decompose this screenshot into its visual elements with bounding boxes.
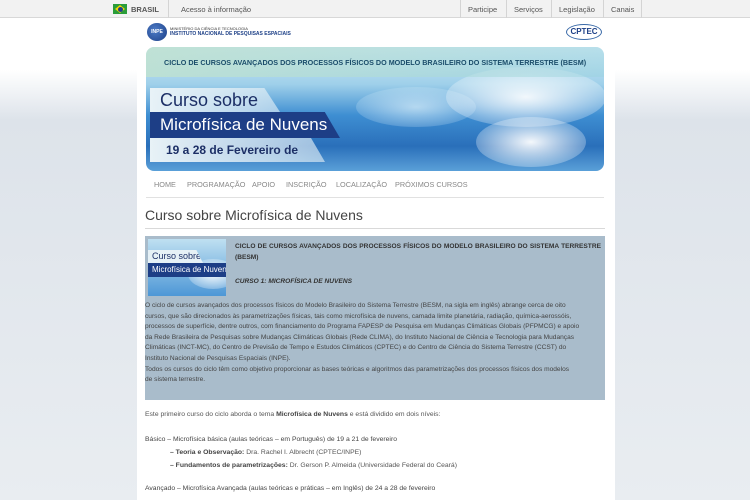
- banner-series-title: CICLO DE CURSOS AVANÇADOS DOS PROCESSOS …: [164, 58, 587, 67]
- box-course-title: CURSO 1: MICROFÍSICA DE NUVENS: [235, 278, 352, 285]
- nav-programacao[interactable]: PROGRAMAÇÃO: [187, 180, 245, 189]
- nav-proximos-cursos[interactable]: PRÓXIMOS CURSOS: [395, 180, 468, 189]
- brazil-flag-icon[interactable]: [113, 4, 127, 14]
- participe-link[interactable]: Participe: [468, 5, 497, 14]
- box-description: O ciclo de cursos avançados dos processo…: [145, 301, 603, 386]
- inpe-logo[interactable]: INPE MINISTÉRIO DA CIÊNCIA E TECNOLOGIA …: [147, 21, 292, 43]
- main-nav: HOME PROGRAMAÇÃO APOIO INSCRIÇÃO LOCALIZ…: [146, 176, 604, 194]
- gov-bar-divider: [551, 0, 552, 18]
- description-line: da Rede Brasileira de Pesquisas sobre Mu…: [145, 333, 575, 341]
- banner-title-line2: Microfísica de Nuvens: [150, 112, 340, 138]
- intro-text-end: e está dividido em dois níveis:: [347, 411, 441, 418]
- basic-item-instructor: Dr. Gerson P. Almeida (Universidade Fede…: [287, 462, 457, 469]
- advanced-level-heading: Avançado – Microfísica Avançada (aulas t…: [145, 485, 436, 492]
- basic-item-label: – Teoria e Observação:: [170, 449, 245, 456]
- intro-text-start: Este primeiro curso do ciclo aborda o te…: [145, 411, 277, 418]
- brasil-link[interactable]: BRASIL: [131, 5, 159, 14]
- intro-box: Curso sobre Microfísica de Nuvens CICLO …: [145, 236, 605, 400]
- course-thumbnail: Curso sobre Microfísica de Nuvens: [148, 239, 226, 296]
- gov-bar-divider: [506, 0, 507, 18]
- course-banner: CICLO DE CURSOS AVANÇADOS DOS PROCESSOS …: [146, 47, 604, 171]
- basic-item: – Fundamentos de parametrizações: Dr. Ge…: [170, 462, 457, 469]
- page-title: Curso sobre Microfísica de Nuvens: [145, 207, 363, 223]
- legislacao-link[interactable]: Legislação: [559, 5, 595, 14]
- description-line: Instituto Nacional de Pesquisas Espaciai…: [145, 354, 291, 362]
- nav-divider: [146, 197, 604, 198]
- banner-cloud: [476, 117, 586, 167]
- basic-level-heading: Básico – Microfísica básica (aulas teóri…: [145, 436, 397, 443]
- gov-bar-divider: [603, 0, 604, 18]
- servicos-link[interactable]: Serviços: [514, 5, 543, 14]
- gov-bar-divider: [460, 0, 461, 18]
- basic-item: – Teoria e Observação: Dra. Rachel I. Al…: [170, 449, 361, 456]
- nav-inscricao[interactable]: INSCRIÇÃO: [286, 180, 327, 189]
- thumbnail-title-line1: Curso sobre: [148, 250, 203, 263]
- nav-home[interactable]: HOME: [154, 180, 176, 189]
- box-series-title: CICLO DE CURSOS AVANÇADOS DOS PROCESSOS …: [235, 243, 601, 261]
- description-line: O ciclo de cursos avançados dos processo…: [145, 302, 566, 309]
- gov-bar: BRASIL Acesso à informação Participe Ser…: [0, 0, 750, 18]
- intro-topic: Microfísica de Nuvens: [276, 411, 348, 418]
- nav-localizacao[interactable]: LOCALIZAÇÃO: [336, 180, 387, 189]
- canais-link[interactable]: Canais: [611, 5, 634, 14]
- title-divider: [145, 228, 605, 229]
- description-line: Climáticas (INCT-MC), do Centro de Previ…: [145, 344, 567, 352]
- gov-bar-divider: [641, 0, 642, 18]
- nav-apoio[interactable]: APOIO: [252, 180, 275, 189]
- basic-item-instructor: Dra. Rachel I. Albrecht (CPTEC/INPE): [244, 449, 362, 456]
- gov-bar-divider: [168, 0, 169, 18]
- inpe-name-text: INSTITUTO NACIONAL DE PESQUISAS ESPACIAI…: [170, 31, 291, 37]
- banner-dates: 19 a 28 de Fevereiro de 2014: [150, 138, 325, 162]
- description-line: processos de superfície, dentre outros, …: [145, 323, 580, 331]
- inpe-logo-circle: INPE: [147, 23, 167, 41]
- thumbnail-title-line2: Microfísica de Nuvens: [148, 263, 226, 277]
- access-info-link[interactable]: Acesso à informação: [181, 5, 251, 14]
- cptec-logo[interactable]: CPTEC: [566, 24, 602, 40]
- intro-text: Este primeiro curso do ciclo aborda o te…: [145, 411, 440, 418]
- description-line: Todos os cursos do ciclo têm como objeti…: [145, 365, 570, 373]
- basic-item-label: – Fundamentos de parametrizações:: [170, 462, 288, 469]
- banner-title-line1: Curso sobre: [150, 88, 280, 112]
- description-line: de sistema terrestre.: [145, 376, 206, 384]
- description-line: cursos, que são direcionados às parametr…: [145, 312, 572, 320]
